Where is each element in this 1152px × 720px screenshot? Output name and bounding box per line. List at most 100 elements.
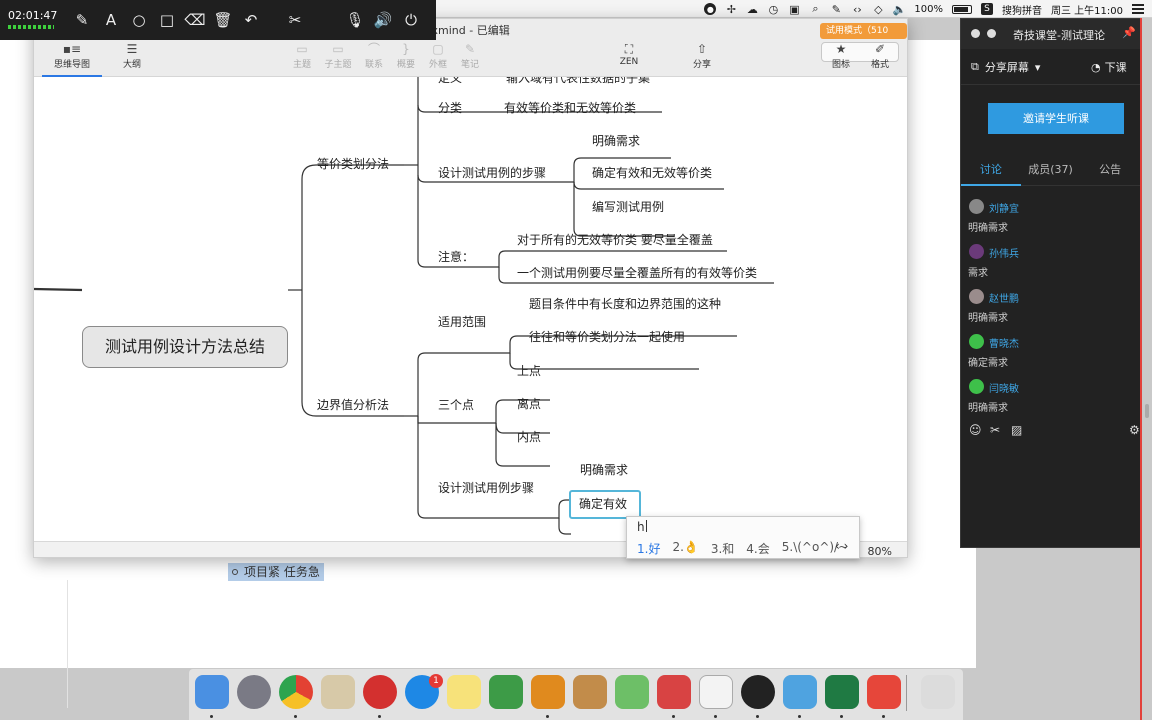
- wechat-avatar-icon[interactable]: [969, 379, 984, 394]
- trash-icon[interactable]: 🗑: [213, 10, 233, 30]
- ime-candidate[interactable]: 4.会: [746, 540, 769, 557]
- invite-students-button[interactable]: 邀请学生听课: [988, 103, 1124, 134]
- node-classify-child[interactable]: 有效等价类和无效等价类: [504, 100, 636, 116]
- ime-page-arrows-icon[interactable]: ‹ ›: [835, 539, 848, 553]
- chrome-icon[interactable]: [279, 675, 313, 709]
- node-eq-steps[interactable]: 设计测试用例的步骤: [438, 165, 546, 181]
- menu-clock[interactable]: 周三 上午11:00: [1051, 2, 1123, 17]
- node-off-point[interactable]: 离点: [517, 396, 541, 412]
- format-button[interactable]: ✐ 格式: [860, 41, 900, 70]
- sublime-text-icon[interactable]: [531, 675, 565, 709]
- fan-icon[interactable]: ✢: [725, 3, 737, 16]
- tab-announcement[interactable]: 公告: [1080, 161, 1140, 185]
- pen-icon[interactable]: ✎: [72, 10, 92, 30]
- tab-members[interactable]: 成员(37): [1021, 161, 1081, 185]
- panel-titlebar[interactable]: 奇技课堂-测试理论 📌: [961, 19, 1140, 49]
- code-icon[interactable]: ‹›: [851, 3, 863, 16]
- notes-icon[interactable]: [447, 675, 481, 709]
- minimize-dot-icon[interactable]: [987, 29, 996, 38]
- node-scope[interactable]: 适用范围: [438, 314, 486, 330]
- volume-icon[interactable]: 🔈: [893, 3, 907, 16]
- finder-icon[interactable]: [195, 675, 229, 709]
- chat-sender[interactable]: 闫晓敏: [989, 380, 1019, 395]
- close-dot-icon[interactable]: [971, 29, 980, 38]
- subtopic-button[interactable]: ▭ 子主题: [318, 41, 358, 70]
- node-note-1[interactable]: 对于所有的无效等价类 要尽量全覆盖: [517, 232, 713, 248]
- maps-icon[interactable]: [615, 675, 649, 709]
- settings-gear-icon[interactable]: ⚙: [1129, 423, 1140, 437]
- volume-icon[interactable]: 🔊: [373, 10, 393, 30]
- note-button[interactable]: ✎ 笔记: [450, 41, 490, 70]
- mic-icon[interactable]: 🎙: [345, 10, 365, 30]
- mindmap-canvas[interactable]: 测试用例设计方法总结 等价类划分法 定义 输入域有代表性数据的子集 分类 有效等…: [34, 77, 907, 541]
- central-topic[interactable]: 测试用例设计方法总结: [82, 326, 288, 368]
- end-class-button[interactable]: ◔ 下课: [1091, 59, 1127, 75]
- chat-sender[interactable]: 刘静宜: [989, 200, 1019, 215]
- node-scope-2[interactable]: 往往和等价类划分法一起使用: [529, 329, 685, 345]
- node-upper-point[interactable]: 上点: [517, 363, 541, 379]
- node-eq-step-3[interactable]: 编写测试用例: [592, 199, 664, 215]
- trial-badge[interactable]: 试用模式（510天）: [820, 23, 907, 52]
- screen-icon[interactable]: ▣: [788, 3, 800, 16]
- search-icon[interactable]: ⌕: [809, 2, 821, 15]
- preview-icon[interactable]: [321, 675, 355, 709]
- tab-mindmap[interactable]: ▪≡ 思维导图: [40, 41, 104, 77]
- input-method-label[interactable]: 搜狗拼音: [1002, 2, 1042, 17]
- node-eq-step-2[interactable]: 确定有效和无效等价类: [592, 165, 712, 181]
- node-definition-child-cut[interactable]: 输入域有代表性数据的子集: [506, 77, 650, 86]
- node-definition-cut[interactable]: 定义: [438, 77, 462, 86]
- notification-center-icon[interactable]: [1132, 4, 1144, 14]
- battery-icon[interactable]: [952, 4, 972, 14]
- node-note-2[interactable]: 一个测试用例要尽量全覆盖所有的有效等价类: [517, 265, 757, 281]
- ime-candidate[interactable]: 2.👌: [672, 540, 698, 557]
- zoom-level[interactable]: 80%: [868, 545, 892, 557]
- artstudio-icon[interactable]: [783, 675, 817, 709]
- tab-discussion[interactable]: 讨论: [961, 161, 1021, 186]
- pencil-app-icon[interactable]: [573, 675, 607, 709]
- node-scope-1[interactable]: 题目条件中有长度和边界范围的这种: [529, 296, 721, 312]
- pin-icon[interactable]: 📌: [1122, 26, 1136, 39]
- zen-button[interactable]: ⛶ ZEN: [609, 41, 649, 67]
- wechat-icon[interactable]: ●: [704, 3, 717, 15]
- node-three-points[interactable]: 三个点: [438, 397, 474, 413]
- image-icon[interactable]: ▨: [1011, 423, 1022, 437]
- branch-equivalence[interactable]: 等价类划分法: [317, 156, 389, 172]
- chat-sender[interactable]: 孙伟兵: [989, 245, 1019, 260]
- xmind-icon[interactable]: [867, 675, 901, 709]
- launchpad-icon[interactable]: [237, 675, 271, 709]
- topic-button[interactable]: ▭ 主题: [282, 41, 322, 70]
- tools-icon[interactable]: ✂: [285, 10, 305, 30]
- node-eq-step-1[interactable]: 明确需求: [592, 133, 640, 149]
- pen-icon[interactable]: ✎: [830, 3, 842, 16]
- branch-boundary[interactable]: 边界值分析法: [317, 397, 389, 413]
- netease-music-icon[interactable]: [363, 675, 397, 709]
- node-classify[interactable]: 分类: [438, 100, 462, 116]
- avatar[interactable]: [969, 244, 984, 259]
- typora-icon[interactable]: [699, 675, 733, 709]
- circle-icon[interactable]: ○: [129, 10, 149, 30]
- chat-sender[interactable]: 曹晓杰: [989, 335, 1019, 350]
- obs-icon[interactable]: [741, 675, 775, 709]
- ime-candidate[interactable]: 3.和: [711, 540, 734, 557]
- square-icon[interactable]: □: [157, 10, 177, 30]
- icons-button[interactable]: ★ 图标: [821, 41, 861, 70]
- node-bv-step-1[interactable]: 明确需求: [580, 462, 628, 478]
- gem-icon[interactable]: ◇: [872, 3, 884, 16]
- evernote-icon[interactable]: [489, 675, 523, 709]
- parallels-icon[interactable]: [657, 675, 691, 709]
- node-bv-step-2-editing[interactable]: 确定有效: [569, 490, 641, 519]
- node-inner-point[interactable]: 内点: [517, 429, 541, 445]
- power-icon[interactable]: ⏻: [401, 10, 421, 30]
- undo-icon[interactable]: ↶: [241, 10, 261, 30]
- tab-outline[interactable]: ☰ 大纲: [112, 41, 152, 70]
- ime-candidate[interactable]: 1.好: [637, 540, 660, 557]
- share-screen-button[interactable]: ⧉ 分享屏幕 ▾: [971, 59, 1040, 75]
- cloud-icon[interactable]: ☁: [746, 3, 758, 16]
- scrollbar-thumb[interactable]: [1145, 404, 1149, 418]
- avatar[interactable]: [969, 289, 984, 304]
- excel-icon[interactable]: [825, 675, 859, 709]
- doc-bullet-selected[interactable]: 项目紧 任务急: [228, 563, 324, 581]
- trash-icon[interactable]: [921, 675, 955, 709]
- avatar[interactable]: [969, 199, 984, 214]
- chat-sender[interactable]: 赵世鹏: [989, 290, 1019, 305]
